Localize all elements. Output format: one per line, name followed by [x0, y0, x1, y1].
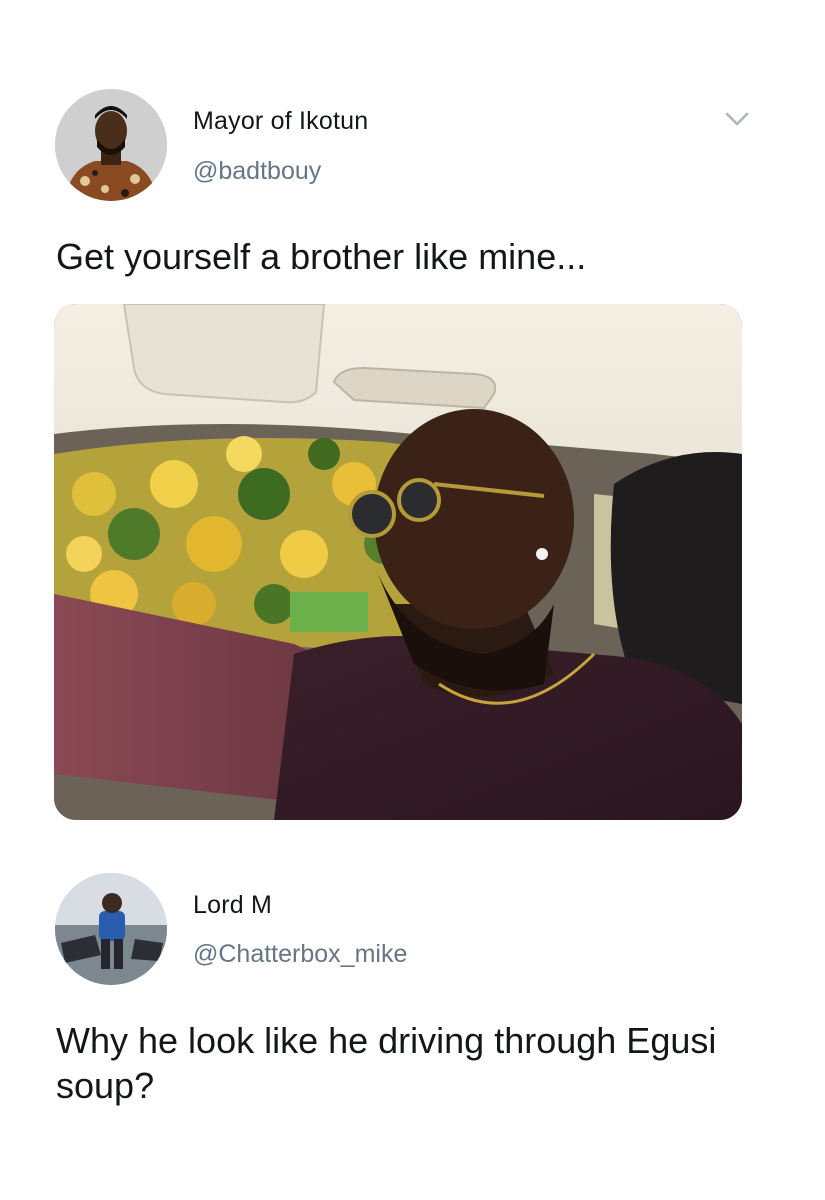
tweet-menu-button[interactable] [717, 104, 757, 134]
avatar[interactable] [55, 873, 167, 985]
tweet-media-photo[interactable] [54, 304, 742, 820]
avatar[interactable] [55, 89, 167, 201]
photo-man-driving [54, 304, 742, 820]
avatar-image [55, 89, 167, 201]
tweet: Mayor of Ikotun @badtbouy Get yourself a… [0, 0, 825, 840]
avatar-image [55, 873, 167, 985]
user-handle[interactable]: @badtbouy [193, 157, 321, 186]
tweet-text: Why he look like he driving through Egus… [56, 1020, 717, 1106]
display-name[interactable]: Mayor of Ikotun [193, 107, 368, 136]
user-handle[interactable]: @Chatterbox_mike [193, 940, 407, 969]
tweet-text: Get yourself a brother like mine... [56, 236, 587, 277]
display-name[interactable]: Lord M [193, 891, 272, 920]
chevron-down-icon [725, 112, 749, 126]
reply-tweet: Lord M @Chatterbox_mike Why he look like… [0, 840, 825, 1200]
